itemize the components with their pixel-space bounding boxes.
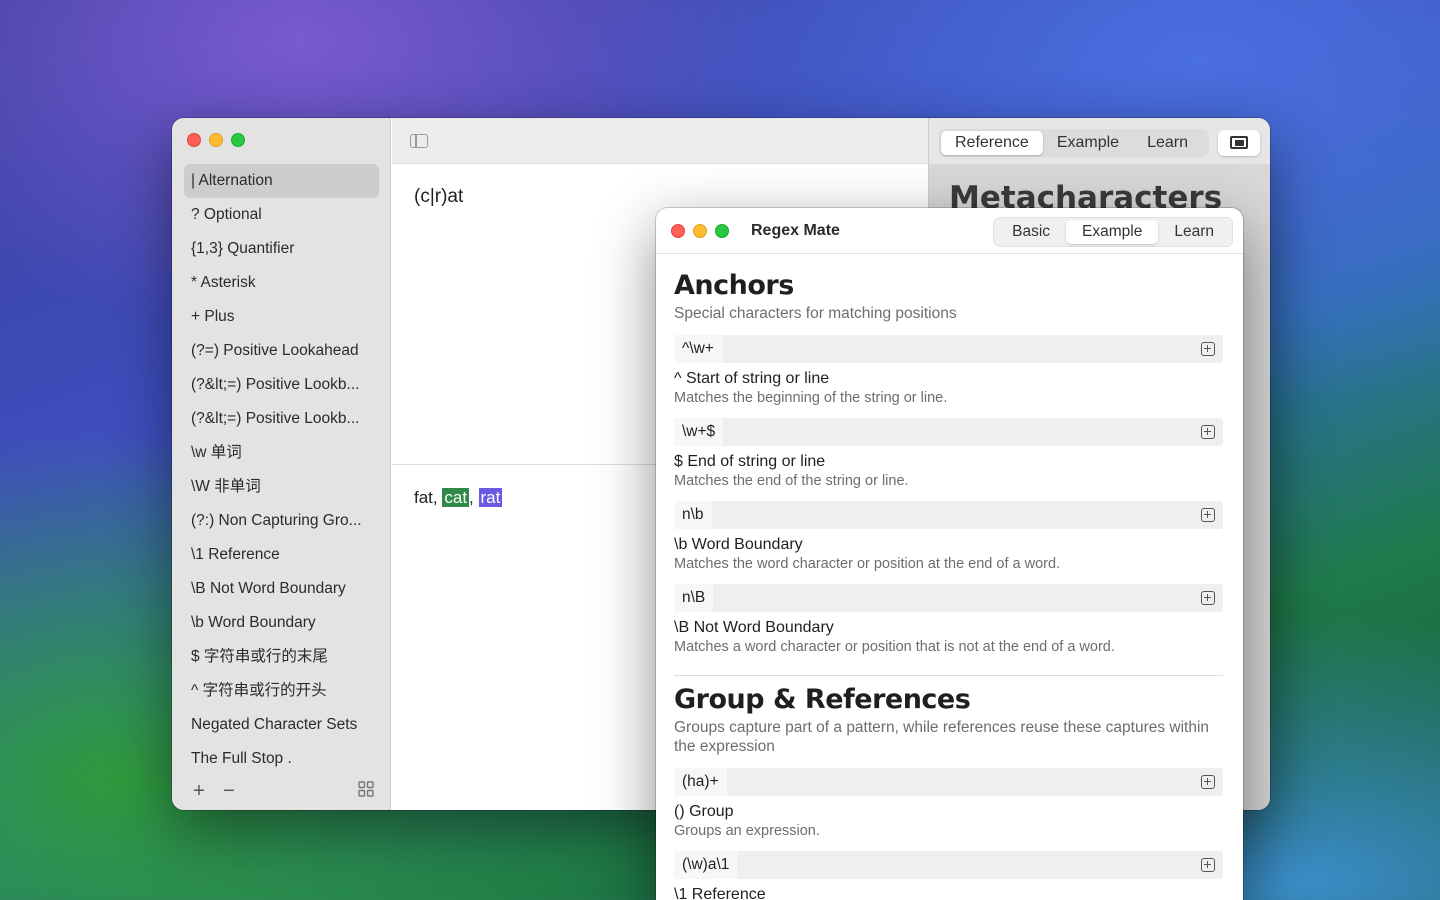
example-code-row[interactable]: (ha)+ [674, 768, 1223, 796]
close-button[interactable] [187, 133, 201, 147]
tab-reference[interactable]: Reference [941, 131, 1043, 155]
regex-mate-window: Regex Mate Basic Example Learn Anchors Sp… [656, 208, 1243, 900]
sidebar-item[interactable]: \b Word Boundary [184, 606, 379, 640]
test-separator: , [469, 488, 479, 507]
sidebar-item[interactable]: | Alternation [184, 164, 379, 198]
example-code-row[interactable]: ^\w+ [674, 335, 1223, 363]
mate-window-controls [671, 224, 729, 238]
example-title: \b Word Boundary [674, 536, 803, 553]
tab-learn[interactable]: Learn [1158, 220, 1230, 244]
inspector-tabs: Reference Example Learn [939, 129, 1209, 157]
example-title: \B Not Word Boundary [674, 619, 834, 636]
add-example-icon[interactable] [1201, 342, 1215, 356]
example-description: Groups an expression. [674, 823, 820, 839]
example-title: $ End of string or line [674, 453, 826, 470]
example-code-row[interactable]: n\B [674, 584, 1223, 612]
tab-example[interactable]: Example [1043, 131, 1133, 155]
add-example-icon[interactable] [1201, 425, 1215, 439]
inspector-toolbar: Reference Example Learn [929, 118, 1270, 164]
add-example-icon[interactable] [1201, 858, 1215, 872]
section: Group & References Groups capture part of… [674, 684, 1223, 900]
example-code-row[interactable]: n\b [674, 501, 1223, 529]
remove-icon[interactable]: − [214, 781, 244, 801]
example-description: Matches the word character or position a… [674, 556, 1061, 572]
mate-minimize-button[interactable] [693, 224, 707, 238]
match-highlight-1: cat [442, 488, 470, 507]
sidebar-item[interactable]: (?&lt;=) Positive Lookb... [184, 368, 379, 402]
example-description: Matches a word character or position tha… [674, 639, 1115, 655]
section-divider [674, 675, 1223, 676]
sidebar-item[interactable]: {1,3} Quantifier [184, 232, 379, 266]
add-example-icon[interactable] [1201, 508, 1215, 522]
section-subtitle: Special characters for matching position… [674, 305, 957, 322]
tab-example[interactable]: Example [1066, 220, 1159, 244]
sidebar-item[interactable]: \W 非单词 [184, 470, 379, 504]
example-description: Matches the end of the string or line. [674, 473, 909, 489]
add-example-icon[interactable] [1201, 591, 1215, 605]
example-code-row[interactable]: (\w)a\1 [674, 851, 1223, 879]
window-stack-icon [1230, 136, 1248, 149]
sidebar-footer: + − [184, 778, 381, 804]
test-string[interactable]: fat, cat, rat [414, 488, 503, 508]
zoom-button[interactable] [231, 133, 245, 147]
mate-zoom-button[interactable] [715, 224, 729, 238]
section-title: Group & References [674, 684, 971, 715]
example-description: Matches the beginning of the string or l… [674, 390, 948, 406]
add-icon[interactable]: + [184, 781, 214, 801]
sidebar-toggle-icon[interactable] [410, 134, 428, 148]
example-code: ^\w+ [674, 335, 722, 363]
regex-input[interactable]: (c|r)at [414, 186, 463, 208]
tab-learn[interactable]: Learn [1133, 131, 1202, 155]
editor-toolbar [392, 118, 928, 164]
example-code: (\w)a\1 [674, 851, 738, 879]
tab-basic[interactable]: Basic [996, 220, 1066, 244]
example-code: \w+$ [674, 418, 724, 446]
sidebar-item[interactable]: Negated Character Sets [184, 708, 379, 742]
section-title: Anchors [674, 270, 794, 301]
sidebar-item[interactable]: The Full Stop . [184, 742, 379, 776]
sidebar-item[interactable]: $ 字符串或行的末尾 [184, 640, 379, 674]
example-title: ^ Start of string or line [674, 370, 830, 387]
sidebar-item[interactable]: + Plus [184, 300, 379, 334]
sidebar-item[interactable]: \w 单词 [184, 436, 379, 470]
example-title: () Group [674, 803, 734, 820]
mate-titlebar: Regex Mate Basic Example Learn [656, 208, 1243, 254]
grid-view-icon[interactable] [351, 781, 381, 801]
sidebar-list: | Alternation? Optional {1,3} Quantifier *… [184, 164, 379, 776]
mate-content: Anchors Special characters for matching p… [674, 254, 1223, 900]
example-code-row[interactable]: \w+$ [674, 418, 1223, 446]
sidebar-item[interactable]: * Asterisk [184, 266, 379, 300]
sidebar-item[interactable]: \1 Reference [184, 538, 379, 572]
window-toggle-button[interactable] [1218, 130, 1260, 156]
example-code: n\B [674, 584, 714, 612]
sidebar-item[interactable]: ? Optional [184, 198, 379, 232]
example-code: n\b [674, 501, 712, 529]
test-prefix: fat, [414, 488, 443, 507]
mate-window-title: Regex Mate [751, 222, 840, 239]
add-example-icon[interactable] [1201, 775, 1215, 789]
sidebar-item[interactable]: (?:) Non Capturing Gro... [184, 504, 379, 538]
sidebar-item[interactable]: (?=) Positive Lookahead [184, 334, 379, 368]
mate-close-button[interactable] [671, 224, 685, 238]
sidebar-item[interactable]: \B Not Word Boundary [184, 572, 379, 606]
example-code: (ha)+ [674, 768, 727, 796]
window-controls [187, 133, 245, 147]
sidebar-item[interactable]: (?&lt;=) Positive Lookb... [184, 402, 379, 436]
minimize-button[interactable] [209, 133, 223, 147]
section-subtitle: Groups capture part of a pattern, while … [674, 719, 1210, 755]
sidebar: | Alternation? Optional {1,3} Quantifier *… [172, 118, 391, 810]
example-title: \1 Reference [674, 886, 766, 900]
mate-tabs: Basic Example Learn [993, 217, 1233, 247]
match-highlight-2: rat [478, 488, 503, 507]
sidebar-item[interactable]: ^ 字符串或行的开头 [184, 674, 379, 708]
section: Anchors Special characters for matching p… [674, 270, 1223, 655]
